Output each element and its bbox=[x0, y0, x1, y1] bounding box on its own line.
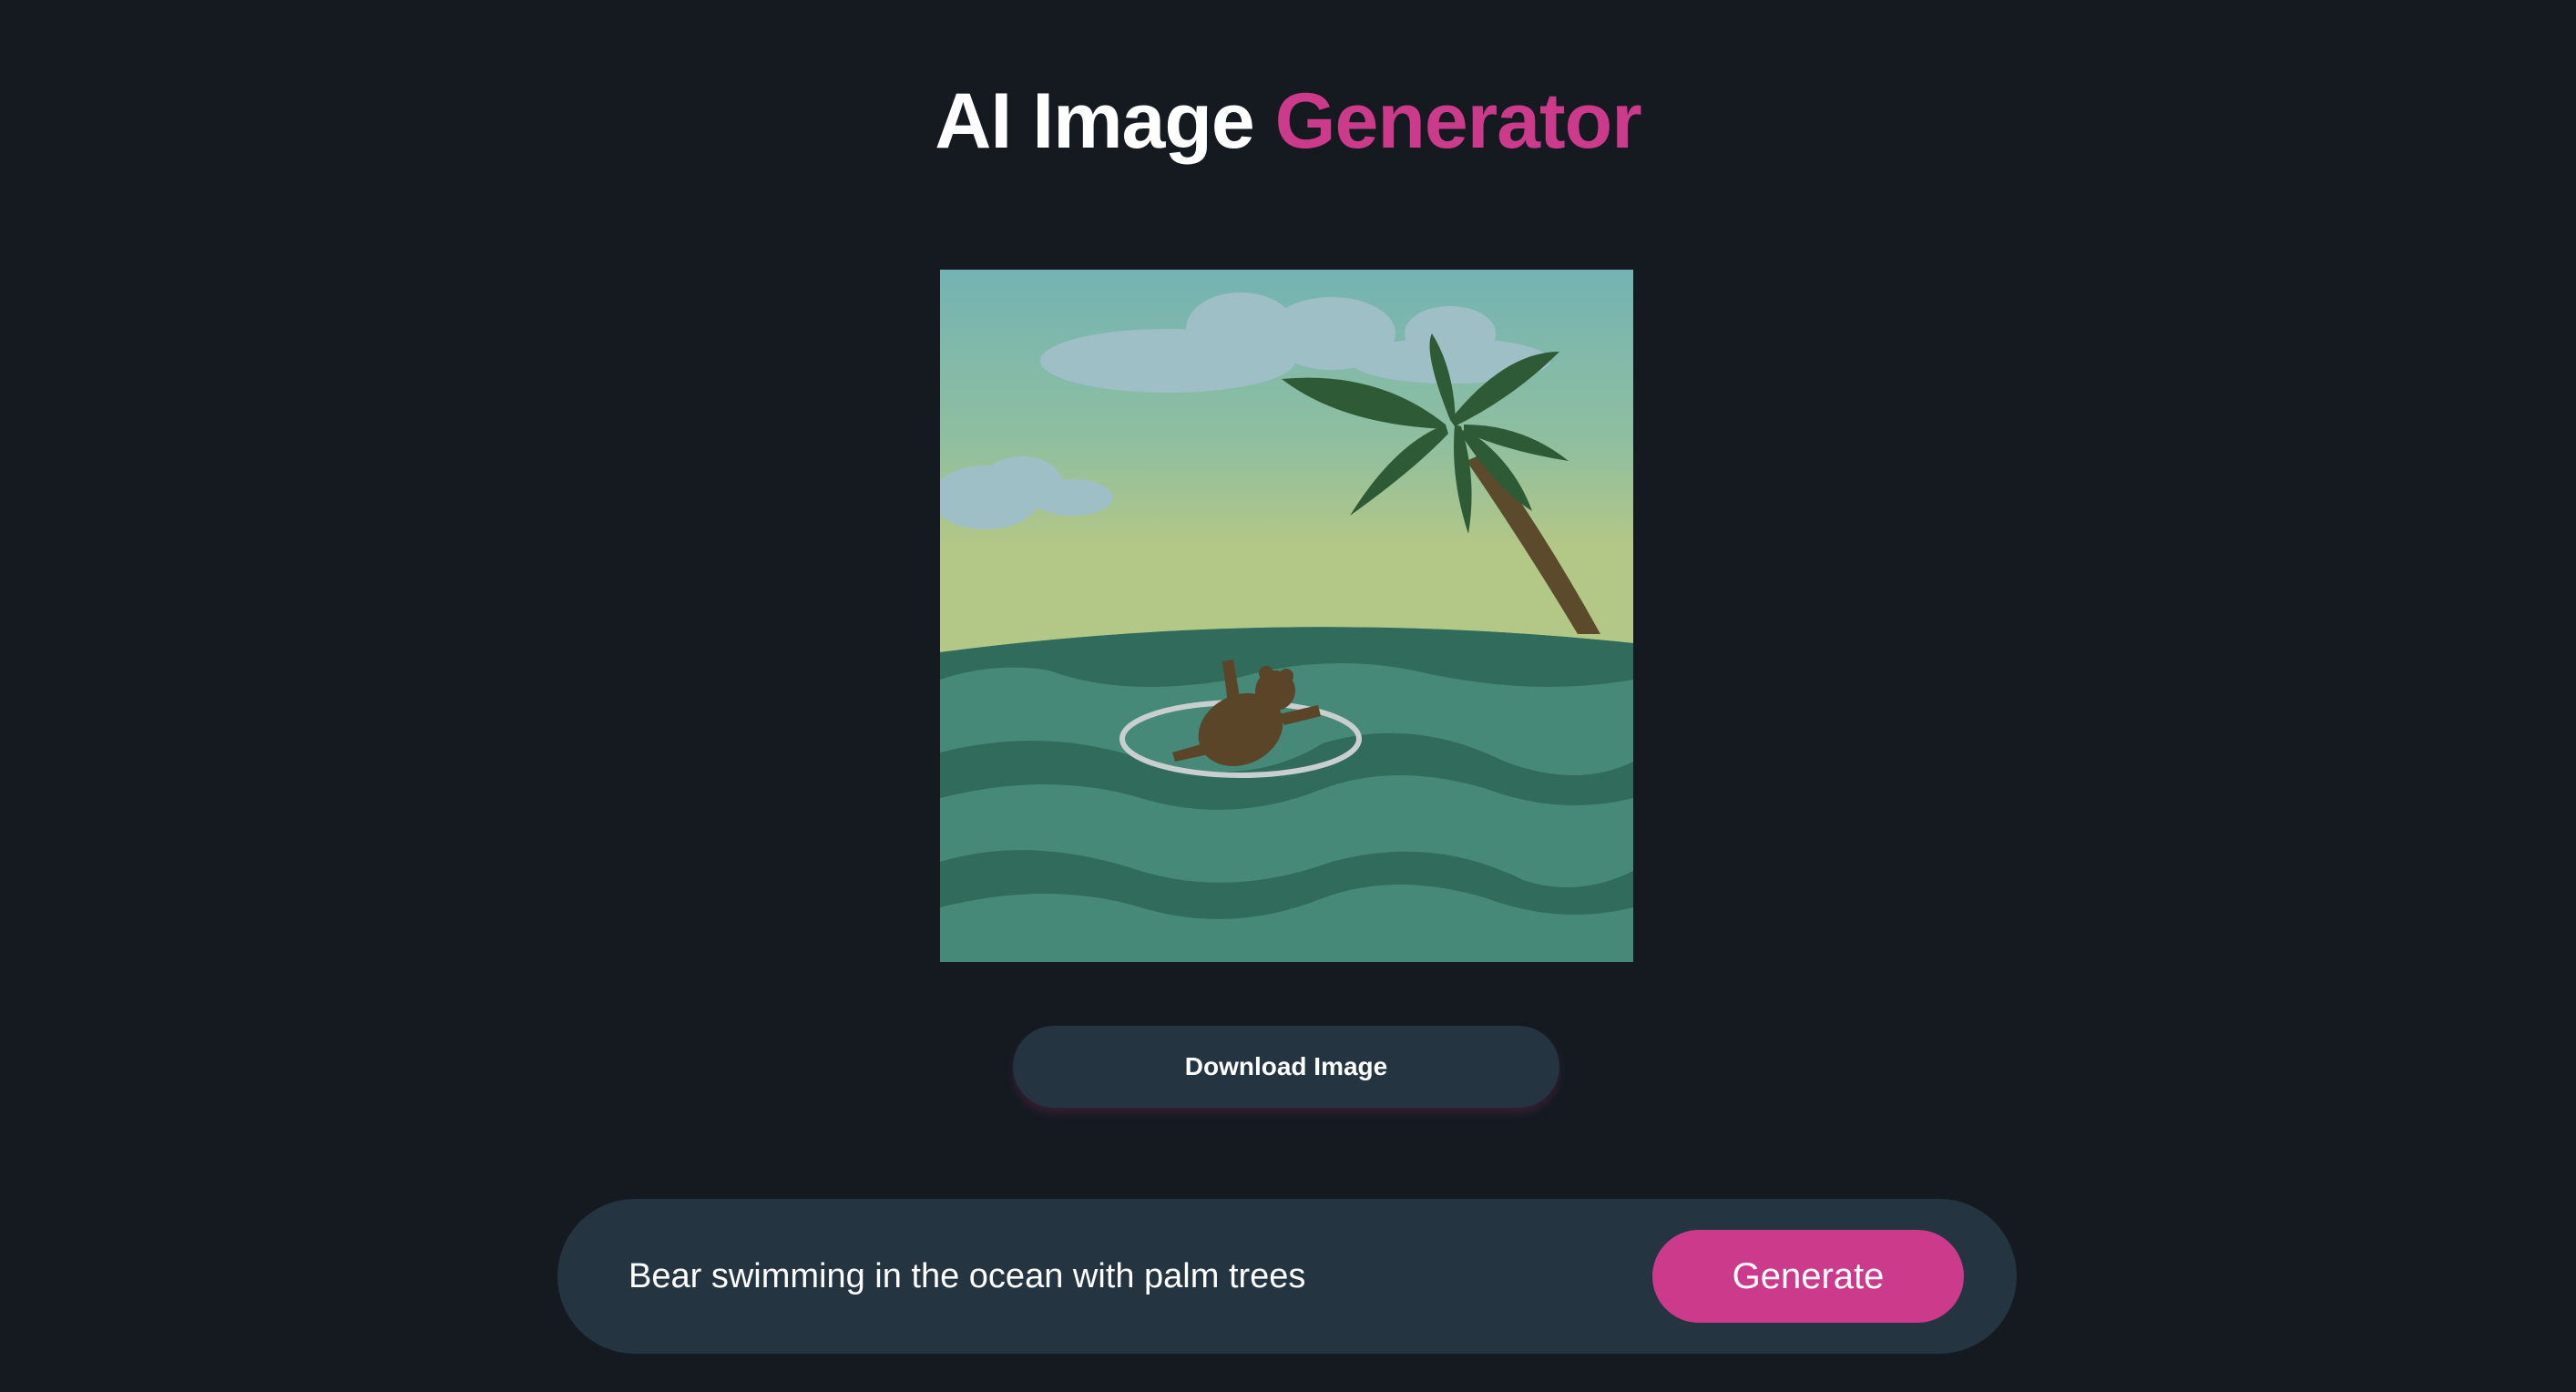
app-page: AI Image Generator Download Image Bear s… bbox=[0, 0, 2576, 1392]
prompt-input[interactable] bbox=[629, 1244, 1585, 1308]
title-primary: AI Image bbox=[935, 77, 1254, 165]
download-image-button[interactable]: Download Image bbox=[1013, 1026, 1559, 1108]
generate-button[interactable]: Generate bbox=[1652, 1230, 1964, 1323]
generated-image bbox=[940, 270, 1633, 962]
prompt-bar: Generate bbox=[557, 1199, 2017, 1354]
title-accent: Generator bbox=[1274, 77, 1642, 165]
page-title: AI Image Generator bbox=[0, 71, 2576, 171]
